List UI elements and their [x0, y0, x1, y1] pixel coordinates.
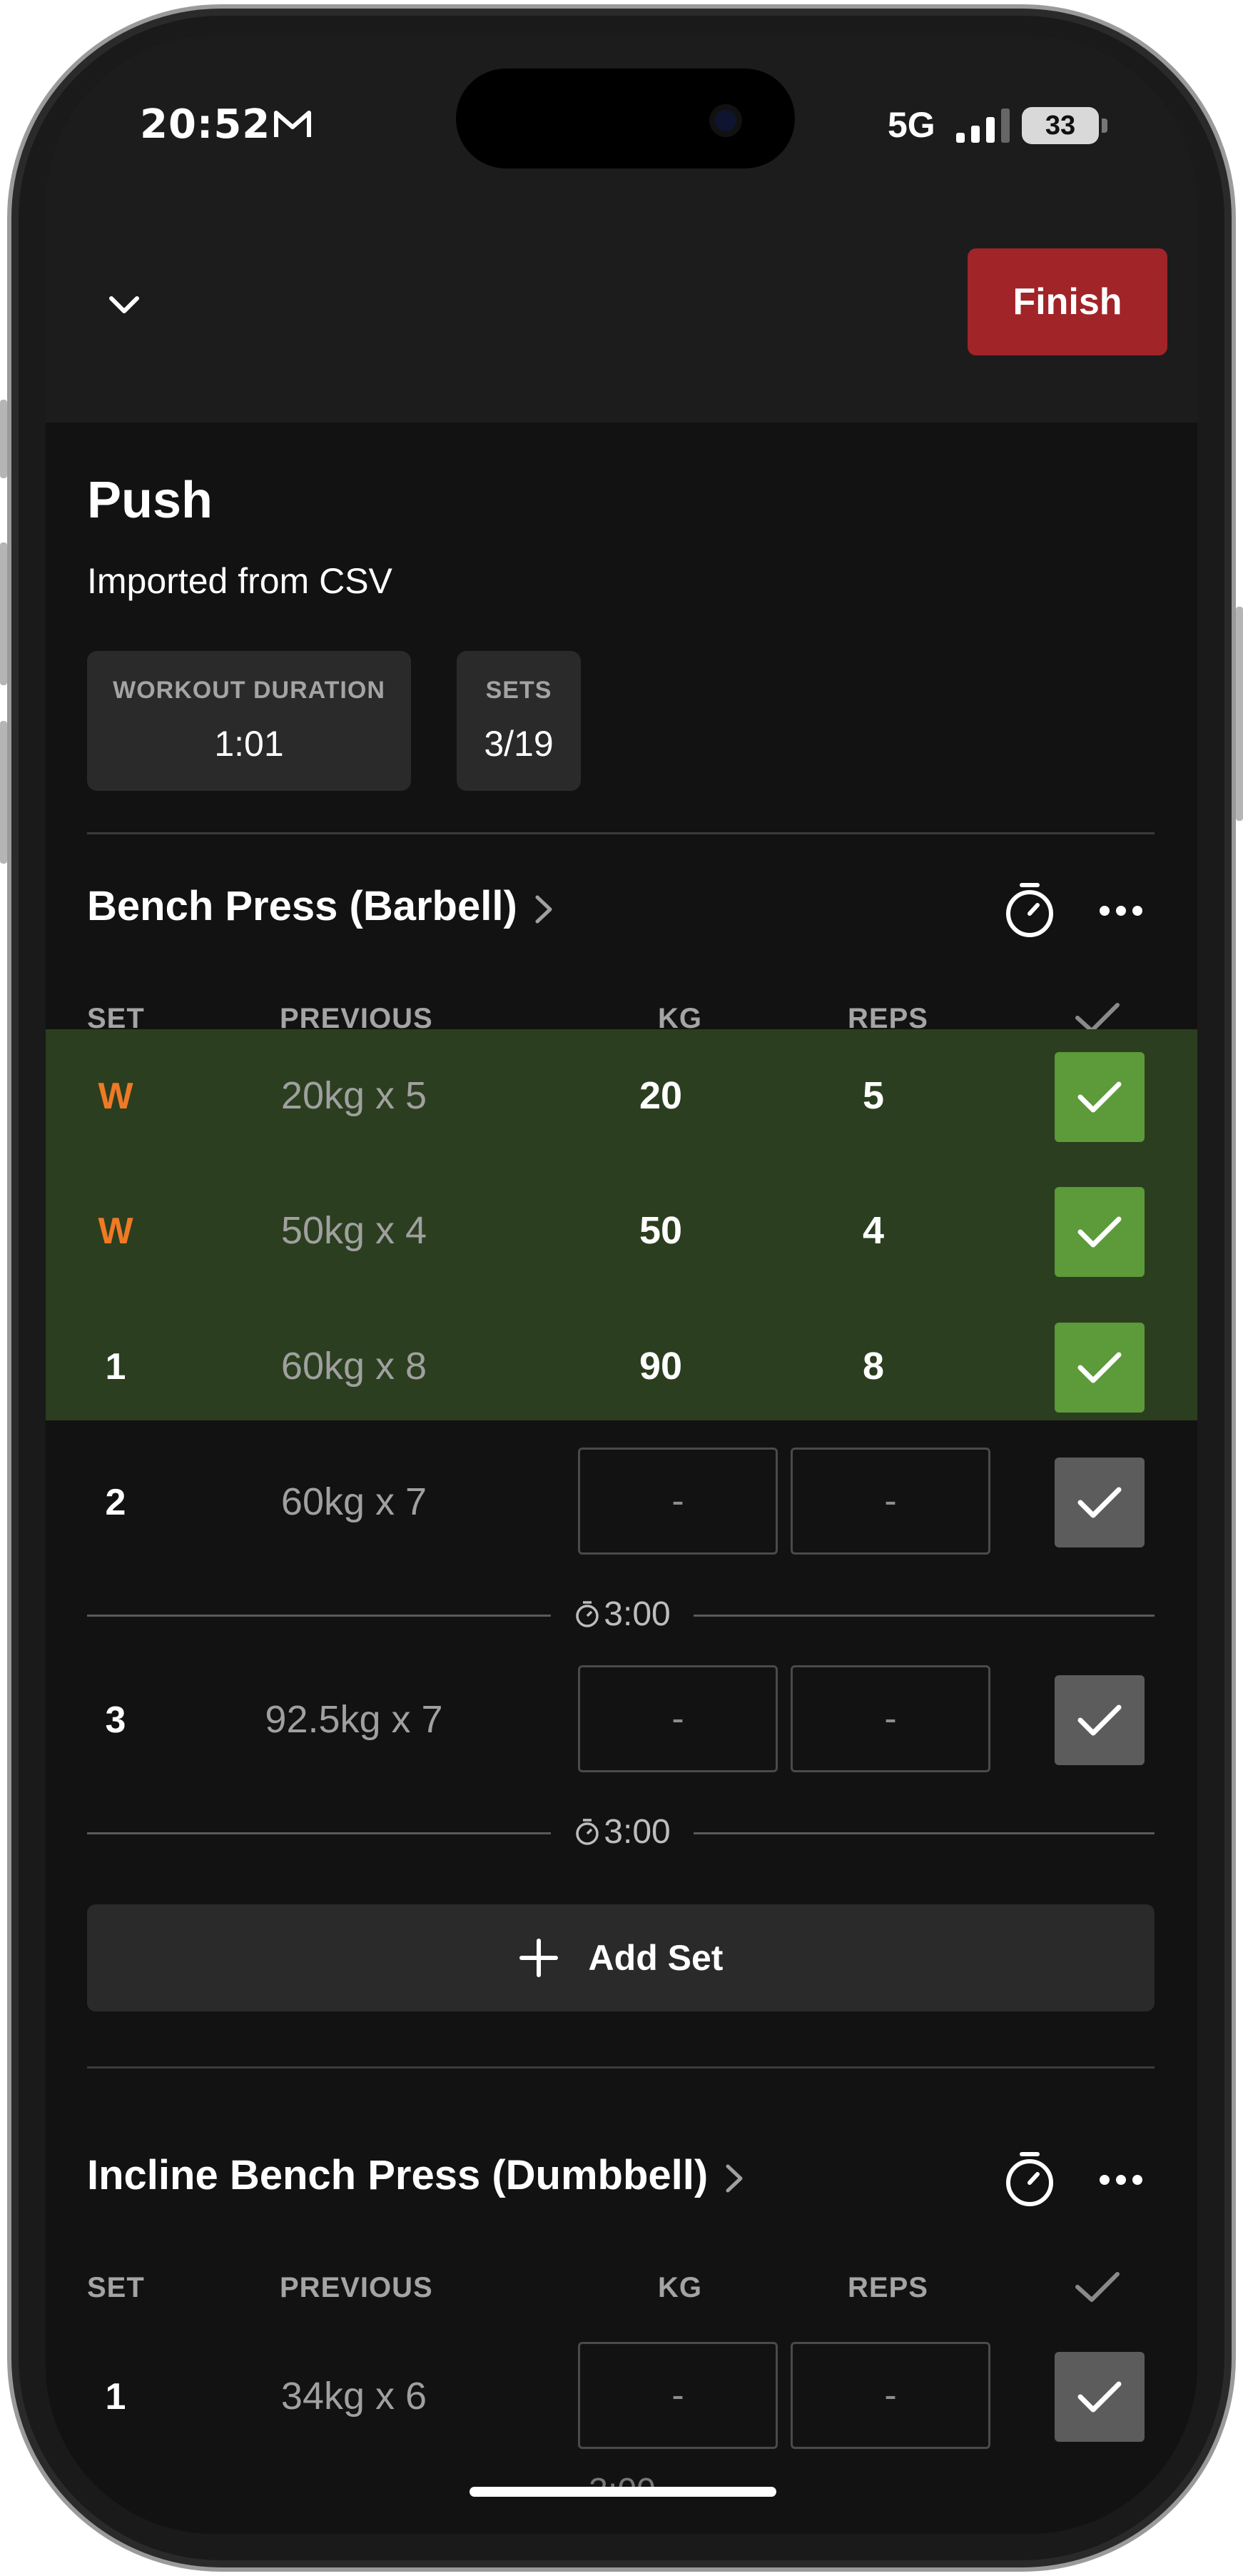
complete-set-button[interactable] [1055, 1052, 1145, 1142]
reps-value[interactable]: 4 [773, 1208, 973, 1253]
kg-value[interactable]: 20 [561, 1074, 761, 1118]
rest-timer[interactable]: 3:00 [551, 1812, 694, 1852]
exercise-name: Bench Press (Barbell) [87, 883, 517, 929]
column-reps: REPS [848, 2272, 928, 2303]
chevron-right-icon [726, 2164, 743, 2193]
previous-value[interactable]: 60kg x 7 [168, 1480, 539, 1524]
rest-timer-icon[interactable] [1002, 881, 1057, 939]
battery-indicator: 33 [1022, 107, 1099, 144]
reps-input[interactable]: - [791, 1448, 990, 1555]
dynamic-island [456, 69, 795, 168]
complete-set-button[interactable] [1055, 2352, 1145, 2442]
sets-label: SETS [485, 677, 552, 704]
check-icon [1077, 1487, 1122, 1518]
plus-icon [519, 1939, 558, 1977]
duration-label: WORKOUT DURATION [113, 677, 385, 704]
exercise-title[interactable]: Bench Press (Barbell) [87, 882, 554, 930]
network-type: 5G [888, 105, 935, 145]
reps-value[interactable]: 5 [773, 1074, 973, 1118]
check-column-icon [1075, 2272, 1120, 2302]
kg-input[interactable]: - [578, 1665, 778, 1772]
set-number[interactable]: 3 [73, 1699, 158, 1742]
home-indicator[interactable] [470, 2487, 776, 2497]
check-icon [1077, 1216, 1122, 1248]
rest-timer-value: 3:00 [604, 1595, 671, 1633]
exercise-title[interactable]: Incline Bench Press (Dumbbell) [87, 2151, 745, 2199]
column-previous: PREVIOUS [280, 2272, 433, 2303]
volume-up-button [0, 542, 7, 685]
duration-value: 1:01 [214, 724, 284, 764]
app-screen: 20:52 5G 33 Finish Push Imported from CS… [46, 36, 1197, 2534]
rest-timer-icon[interactable] [1002, 2150, 1057, 2208]
check-icon [1077, 1081, 1122, 1113]
duration-stat: WORKOUT DURATION 1:01 [87, 651, 411, 791]
reps-value[interactable]: 8 [773, 1344, 973, 1388]
column-set: SET [87, 2272, 145, 2303]
workout-title[interactable]: Push [87, 471, 213, 530]
check-icon [1077, 1352, 1122, 1383]
volume-down-button [0, 721, 7, 864]
rest-timer-value: 3:00 [589, 2472, 655, 2488]
more-options-icon[interactable] [1097, 904, 1145, 918]
complete-set-button[interactable] [1055, 1323, 1145, 1413]
complete-set-button[interactable] [1055, 1458, 1145, 1547]
kg-input[interactable]: - [578, 1448, 778, 1555]
front-camera [709, 104, 742, 137]
battery-tip [1102, 118, 1107, 133]
column-kg: KG [658, 2272, 702, 2303]
status-time: 20:52 [140, 101, 271, 148]
previous-value[interactable]: 20kg x 5 [168, 1074, 539, 1118]
reps-input[interactable]: - [791, 2342, 990, 2449]
previous-value[interactable]: 50kg x 4 [168, 1208, 539, 1253]
section-divider [87, 832, 1155, 834]
exercise-name: Incline Bench Press (Dumbbell) [87, 2152, 709, 2198]
gmail-icon [274, 111, 311, 137]
set-type-warmup[interactable]: W [73, 1075, 158, 1118]
previous-value[interactable]: 60kg x 8 [168, 1344, 539, 1388]
previous-value[interactable]: 34kg x 6 [168, 2374, 539, 2418]
add-set-button[interactable]: Add Set [87, 1904, 1155, 2011]
complete-set-button[interactable] [1055, 1187, 1145, 1277]
rest-timer[interactable]: 3:00 [551, 1595, 694, 1634]
set-number[interactable]: 1 [73, 1345, 158, 1388]
kg-input[interactable]: - [578, 2342, 778, 2449]
previous-value[interactable]: 92.5kg x 7 [168, 1697, 539, 1742]
sets-stat: SETS 3/19 [457, 651, 581, 791]
complete-set-button[interactable] [1055, 1675, 1145, 1765]
signal-bars-icon [956, 108, 1010, 143]
chevron-down-icon[interactable] [103, 283, 146, 325]
status-bar: 20:52 5G 33 [46, 36, 1197, 257]
add-set-label: Add Set [588, 1938, 724, 1978]
chevron-right-icon [535, 895, 552, 924]
rest-timer-value: 3:00 [604, 1813, 671, 1851]
action-button [0, 400, 7, 478]
stopwatch-icon [576, 1601, 599, 1627]
set-number[interactable]: 2 [73, 1481, 158, 1524]
set-type-warmup[interactable]: W [73, 1210, 158, 1253]
more-options-icon[interactable] [1097, 2173, 1145, 2187]
finish-button[interactable]: Finish [968, 248, 1167, 355]
stopwatch-icon [576, 1819, 599, 1845]
check-icon [1077, 2381, 1122, 2413]
set-number[interactable]: 1 [73, 2375, 158, 2418]
sets-value: 3/19 [484, 724, 554, 764]
kg-value[interactable]: 50 [561, 1208, 761, 1253]
check-icon [1077, 1704, 1122, 1736]
power-button [1236, 607, 1243, 821]
section-divider [87, 2066, 1155, 2069]
reps-input[interactable]: - [791, 1665, 990, 1772]
workout-notes[interactable]: Imported from CSV [87, 560, 392, 602]
rest-timer[interactable]: 3:00 [551, 2471, 694, 2488]
kg-value[interactable]: 90 [561, 1344, 761, 1388]
